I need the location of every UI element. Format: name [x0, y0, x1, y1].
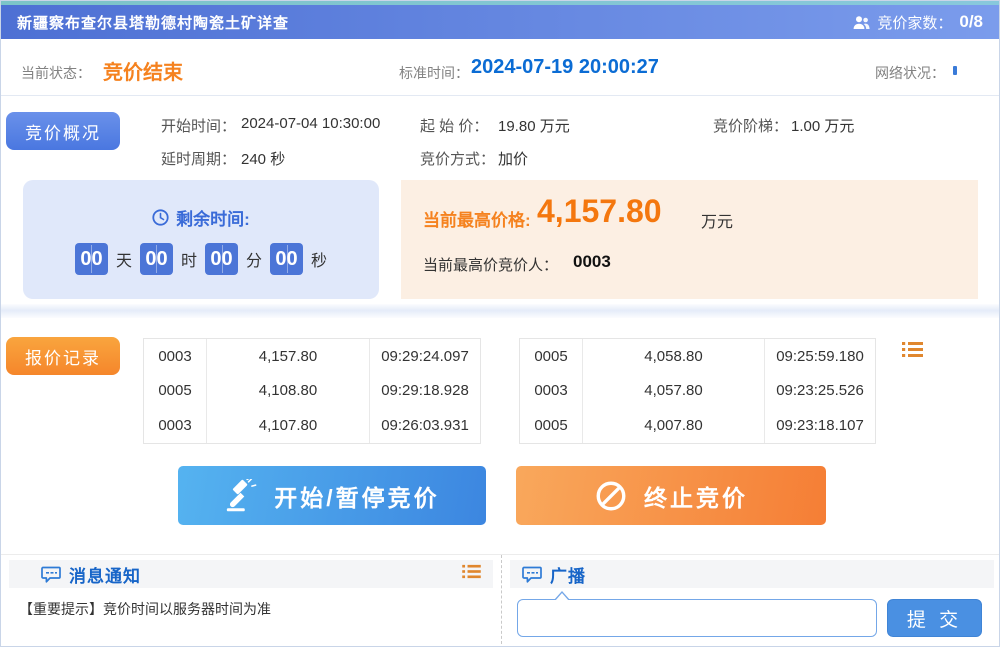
standard-time-value: 2024-07-19 20:00:27	[471, 56, 659, 79]
network-status-label: 网络状况：	[875, 63, 945, 83]
price-cell: 4,057.80	[582, 374, 765, 409]
highest-price-label: 当前最高价格:	[423, 206, 531, 231]
time-cell: 09:23:25.526	[765, 374, 875, 409]
bid-records-table-right: 0005 4,058.80 09:25:59.180 0003 4,057.80…	[519, 338, 876, 444]
unit-second: 秒	[311, 247, 327, 271]
countdown-digits: 00 天 00 时 00 分 00 秒	[23, 243, 379, 275]
section-badge-overview: 竞价概况	[6, 112, 120, 150]
records-list-icon[interactable]	[902, 341, 923, 363]
price-cell: 4,007.80	[582, 408, 765, 443]
start-time-value: 2024-07-04 10:30:00	[241, 115, 380, 132]
bidder-cell: 0003	[144, 408, 206, 443]
table-row: 0003 4,157.80 09:29:24.097	[144, 339, 480, 374]
countdown-minutes: 00	[205, 243, 238, 275]
bid-step-value: 1.00 万元	[791, 115, 854, 136]
broadcast-panel-header: 广播	[510, 560, 994, 588]
notice-message: 【重要提示】竞价时间以服务器时间为准	[19, 599, 271, 619]
start-price-value: 19.80 万元	[498, 115, 570, 136]
bidder-count: 竞价家数： 0/8	[853, 12, 983, 33]
bottom-area: 消息通知 【重要提示】竞价时间以服务器时间为准	[1, 554, 999, 647]
unit-minute: 分	[246, 247, 262, 271]
delay-period-value: 240 秒	[241, 148, 285, 169]
input-caret-arrow	[554, 591, 570, 600]
broadcast-panel: 广播 提 交	[501, 555, 1000, 647]
field-label: 起 始 价：	[420, 115, 488, 136]
countdown-seconds: 00	[270, 243, 303, 275]
current-status-label: 当前状态：	[21, 63, 91, 83]
start-pause-button-label: 开始/暂停竞价	[274, 479, 439, 513]
price-cell: 4,058.80	[582, 339, 765, 374]
time-cell: 09:23:18.107	[765, 408, 875, 443]
users-icon	[853, 15, 870, 30]
submit-button[interactable]: 提 交	[887, 599, 982, 637]
title-bar: 新疆察布查尔县塔勒德村陶瓷土矿详查 竞价家数： 0/8	[1, 5, 999, 39]
message-bubble-icon	[522, 566, 542, 583]
bidder-cell: 0003	[144, 339, 206, 374]
message-bubble-icon	[41, 566, 61, 583]
table-row: 0005 4,058.80 09:25:59.180	[520, 339, 875, 374]
network-signal-icon	[953, 66, 957, 75]
section-badge-records: 报价记录	[6, 337, 120, 375]
gavel-icon	[224, 479, 258, 513]
bid-records-table-left: 0003 4,157.80 09:29:24.097 0005 4,108.80…	[143, 338, 481, 444]
current-status-value: 竞价结束	[103, 56, 183, 85]
field-label: 竞价阶梯：	[713, 115, 788, 136]
bidder-cell: 0005	[144, 374, 206, 409]
notice-panel: 消息通知 【重要提示】竞价时间以服务器时间为准	[1, 555, 501, 647]
page-title: 新疆察布查尔县塔勒德村陶瓷土矿详查	[17, 12, 289, 33]
field-label: 竞价方式：	[420, 148, 495, 169]
time-cell: 09:29:18.928	[370, 374, 480, 409]
stop-bidding-button[interactable]: 终止竞价	[516, 466, 826, 525]
price-cell: 4,157.80	[206, 339, 370, 374]
bidder-cell: 0005	[520, 339, 582, 374]
bidder-cell: 0003	[520, 374, 582, 409]
countdown-days: 00	[75, 243, 108, 275]
highest-bidder-value: 0003	[573, 252, 611, 272]
table-row: 0005 4,108.80 09:29:18.928	[144, 374, 480, 409]
notice-panel-title: 消息通知	[69, 562, 141, 587]
field-label: 延时周期：	[161, 148, 236, 169]
countdown-panel: 剩余时间: 00 天 00 时 00 分 00 秒	[23, 180, 379, 299]
table-row: 0003 4,057.80 09:23:25.526	[520, 374, 875, 409]
countdown-hours: 00	[140, 243, 173, 275]
notice-panel-header: 消息通知	[9, 560, 493, 588]
clock-icon	[152, 209, 169, 226]
section-separator	[1, 304, 999, 318]
bidder-count-value: 0/8	[959, 12, 983, 32]
price-cell: 4,107.80	[206, 408, 370, 443]
table-row: 0003 4,107.80 09:26:03.931	[144, 408, 480, 443]
time-cell: 09:25:59.180	[765, 339, 875, 374]
bid-mode-value: 加价	[498, 148, 528, 169]
field-label: 开始时间：	[161, 115, 236, 136]
start-pause-bidding-button[interactable]: 开始/暂停竞价	[178, 466, 486, 525]
highest-price-unit: 万元	[701, 208, 733, 232]
countdown-title-text: 剩余时间:	[176, 205, 250, 230]
auction-page: 新疆察布查尔县塔勒德村陶瓷土矿详查 竞价家数： 0/8 当前状态： 竞价结束 标…	[0, 0, 1000, 647]
unit-hour: 时	[181, 247, 197, 271]
highest-price-panel: 当前最高价格: 4,157.80 万元 当前最高价竞价人： 0003	[401, 180, 978, 299]
status-bar: 当前状态： 竞价结束 标准时间： 2024-07-19 20:00:27 网络状…	[1, 39, 999, 96]
bidder-count-label: 竞价家数：	[877, 12, 952, 33]
highest-price-value: 4,157.80	[537, 193, 662, 230]
standard-time-label: 标准时间：	[399, 63, 469, 83]
prohibit-icon	[594, 479, 628, 513]
table-row: 0005 4,007.80 09:23:18.107	[520, 408, 875, 443]
time-cell: 09:29:24.097	[370, 339, 480, 374]
highest-bidder-label: 当前最高价竞价人：	[423, 254, 558, 275]
price-cell: 4,108.80	[206, 374, 370, 409]
notice-list-icon[interactable]	[462, 564, 481, 584]
broadcast-input[interactable]	[517, 599, 877, 637]
unit-day: 天	[116, 247, 132, 271]
broadcast-panel-title: 广播	[550, 562, 586, 587]
stop-button-label: 终止竞价	[644, 479, 748, 513]
bidder-cell: 0005	[520, 408, 582, 443]
time-cell: 09:26:03.931	[370, 408, 480, 443]
countdown-title: 剩余时间:	[23, 205, 379, 230]
